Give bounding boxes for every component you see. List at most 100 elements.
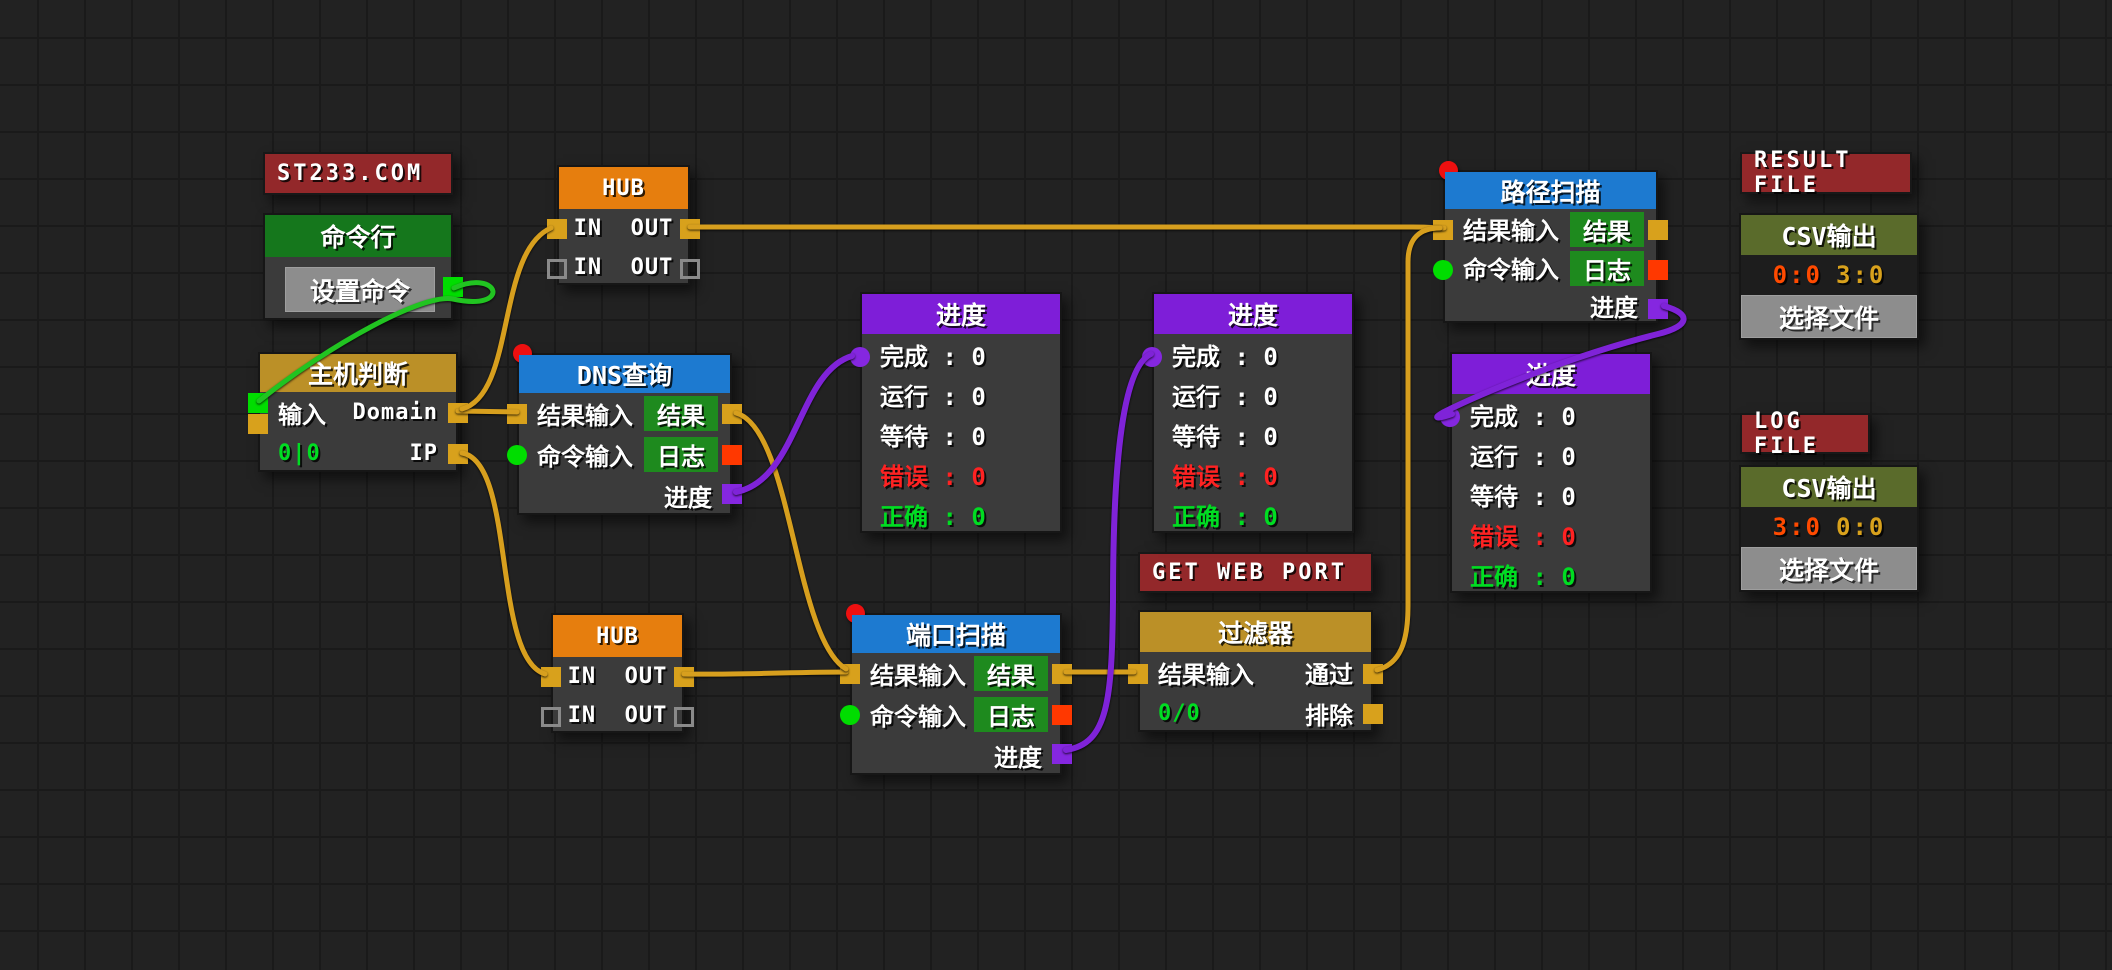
progress-correct: 正确 : 0	[1470, 557, 1576, 592]
output-socket-log[interactable]	[1648, 260, 1668, 280]
output-socket-2[interactable]	[680, 259, 700, 279]
comment-st233[interactable]: ST233.COM	[263, 152, 453, 195]
node-header[interactable]: CSV输出	[1741, 215, 1917, 255]
output-socket-log[interactable]	[722, 445, 742, 465]
input-socket-1[interactable]	[547, 219, 567, 239]
node-header[interactable]: 进度	[1154, 294, 1352, 334]
output-socket-results[interactable]	[1648, 220, 1668, 240]
output-socket-command[interactable]	[443, 277, 463, 297]
node-progress-1[interactable]: 进度 完成 : 0 运行 : 0 等待 : 0 错误 : 0 正确 : 0	[860, 292, 1062, 533]
input-socket-2[interactable]	[547, 259, 567, 279]
input-socket-2[interactable]	[541, 707, 561, 727]
progress-running: 运行 : 0	[880, 377, 986, 412]
input-socket-progress[interactable]	[1142, 347, 1162, 367]
node-header[interactable]: 主机判断	[260, 354, 456, 392]
node-progress-2[interactable]: 进度 完成 : 0 运行 : 0 等待 : 0 错误 : 0 正确 : 0	[1152, 292, 1354, 533]
results-button[interactable]: 结果	[644, 396, 718, 431]
node-header[interactable]: 过滤器	[1140, 612, 1371, 652]
hub-row-2: IN OUT	[553, 696, 682, 735]
input-socket-results[interactable]	[1128, 664, 1148, 684]
wire-filter-pass-to-path-scan[interactable]	[1377, 228, 1440, 670]
node-hub-bottom[interactable]: HUB IN OUT IN OUT	[551, 613, 684, 733]
output-socket-2[interactable]	[674, 707, 694, 727]
output-socket-results[interactable]	[1052, 664, 1072, 684]
input-socket-progress[interactable]	[1440, 407, 1460, 427]
node-header[interactable]: 进度	[862, 294, 1060, 334]
input-socket-command[interactable]	[840, 705, 860, 725]
progress-running: 运行 : 0	[1470, 437, 1576, 472]
progress-done: 完成 : 0	[880, 337, 986, 372]
node-csv-output-log[interactable]: CSV输出 3:0 0:0 选择文件	[1739, 465, 1919, 592]
progress-errors: 错误 : 0	[1470, 517, 1576, 552]
input-socket-1[interactable]	[541, 667, 561, 687]
input-label-command: 命令输入	[1463, 250, 1559, 285]
progress-waiting: 等待 : 0	[1172, 417, 1278, 452]
node-port-scan[interactable]: 端口扫描 结果输入 结果 命令输入 日志 进度	[850, 613, 1062, 775]
choose-file-button[interactable]: 选择文件	[1741, 547, 1917, 590]
wire-dns-results-to-port-scan[interactable]	[736, 413, 846, 669]
set-command-button[interactable]: 设置命令	[285, 267, 435, 312]
node-csv-output-result[interactable]: CSV输出 0:0 3:0 选择文件	[1739, 213, 1919, 340]
node-header[interactable]: HUB	[553, 615, 682, 657]
input-socket-progress[interactable]	[850, 347, 870, 367]
input-label-results: 结果输入	[870, 656, 966, 691]
node-header[interactable]: 进度	[1452, 354, 1650, 394]
node-host-check[interactable]: 主机判断 输入 Domain 0|0 IP	[258, 352, 458, 472]
input-socket-results[interactable]	[840, 664, 860, 684]
node-progress-3[interactable]: 进度 完成 : 0 运行 : 0 等待 : 0 错误 : 0 正确 : 0	[1450, 352, 1652, 593]
node-hub-top[interactable]: HUB IN OUT IN OUT	[557, 165, 690, 285]
input-socket-results[interactable]	[507, 404, 527, 424]
input-socket-command[interactable]	[1433, 260, 1453, 280]
output-socket-progress[interactable]	[722, 484, 742, 504]
output-label-progress: 进度	[1590, 288, 1638, 323]
input-socket-command[interactable]	[248, 393, 268, 413]
output-label-ip: IP	[410, 441, 439, 466]
output-socket-1[interactable]	[680, 219, 700, 239]
results-button[interactable]: 结果	[974, 656, 1048, 691]
node-dns-query[interactable]: DNS查询 结果输入 结果 命令输入 日志 进度	[517, 353, 732, 515]
node-command-line[interactable]: 命令行 设置命令	[263, 213, 453, 320]
node-path-scan[interactable]: 路径扫描 结果输入 结果 命令输入 日志 进度	[1443, 170, 1658, 323]
comment-result-file[interactable]: RESULT FILE	[1740, 152, 1912, 194]
output-socket-pass[interactable]	[1363, 664, 1383, 684]
wire-hub-top-to-path-scan[interactable]	[690, 227, 1444, 228]
node-header[interactable]: HUB	[559, 167, 688, 209]
output-socket-1[interactable]	[674, 667, 694, 687]
progress-errors: 错误 : 0	[1172, 457, 1278, 492]
node-header[interactable]: 路径扫描	[1445, 172, 1656, 209]
input-socket-command[interactable]	[507, 445, 527, 465]
output-socket-progress[interactable]	[1648, 299, 1668, 319]
node-editor-canvas: ST233.COM GET WEB PORT RESULT FILE LOG F…	[0, 0, 2112, 970]
progress-waiting: 等待 : 0	[880, 417, 986, 452]
output-socket-exclude[interactable]	[1363, 704, 1383, 724]
hub-row-1: IN OUT	[553, 657, 682, 696]
input-label-results: 结果输入	[1158, 655, 1254, 690]
node-header[interactable]: 端口扫描	[852, 615, 1060, 653]
output-label-progress: 进度	[994, 738, 1042, 773]
log-button[interactable]: 日志	[644, 437, 718, 472]
log-button[interactable]: 日志	[974, 697, 1048, 732]
log-button[interactable]: 日志	[1570, 251, 1644, 286]
wire-dns-progress-to-progress1[interactable]	[736, 356, 852, 492]
progress-running: 运行 : 0	[1172, 377, 1278, 412]
input-label: 输入	[278, 395, 326, 430]
output-socket-progress[interactable]	[1052, 744, 1072, 764]
input-socket-secondary[interactable]	[248, 414, 268, 434]
output-socket-results[interactable]	[722, 404, 742, 424]
comment-get-web-port[interactable]: GET WEB PORT	[1138, 552, 1373, 593]
results-button[interactable]: 结果	[1570, 212, 1644, 247]
node-header[interactable]: DNS查询	[519, 355, 730, 393]
node-header[interactable]: 命令行	[265, 215, 451, 257]
node-header[interactable]: CSV输出	[1741, 467, 1917, 507]
comment-log-file[interactable]: LOG FILE	[1740, 413, 1870, 454]
progress-waiting: 等待 : 0	[1470, 477, 1576, 512]
wire-hub-bottom-to-port-scan[interactable]	[684, 672, 846, 674]
output-socket-log[interactable]	[1052, 705, 1072, 725]
node-filter[interactable]: 过滤器 结果输入 通过 0/0 排除	[1138, 610, 1373, 732]
output-socket-ip[interactable]	[448, 444, 468, 464]
choose-file-button[interactable]: 选择文件	[1741, 295, 1917, 338]
progress-correct: 正确 : 0	[1172, 497, 1278, 532]
progress-done: 完成 : 0	[1470, 397, 1576, 432]
input-socket-results[interactable]	[1433, 220, 1453, 240]
output-socket-domain[interactable]	[448, 403, 468, 423]
